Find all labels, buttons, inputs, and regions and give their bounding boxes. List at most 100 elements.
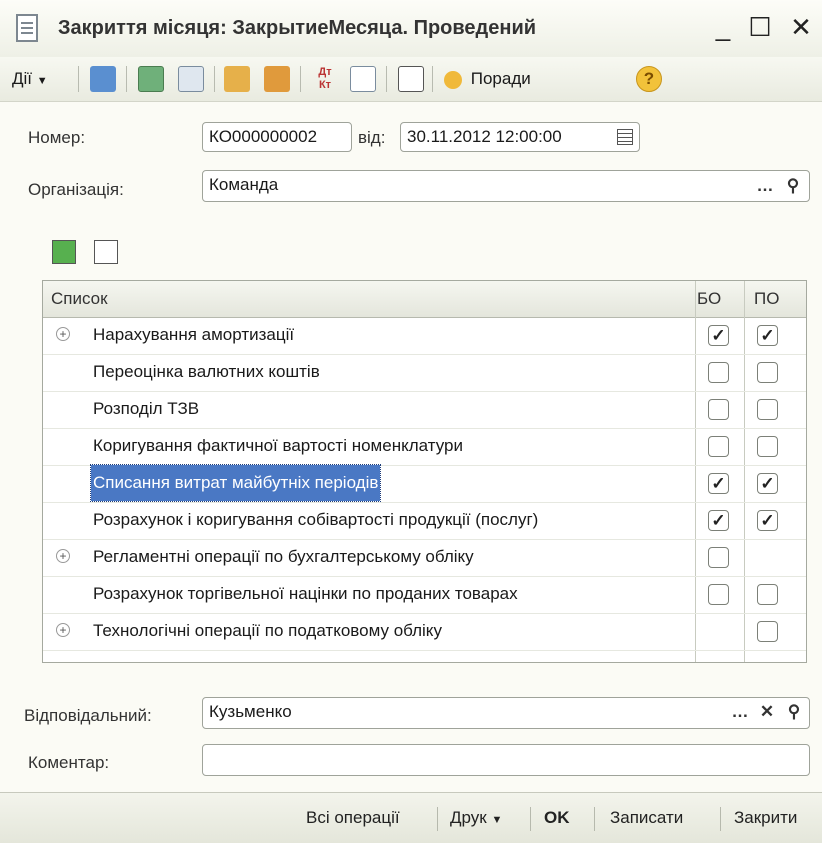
dt-kt-icon[interactable]: Дт Кт [312, 66, 338, 92]
number-label: Номер: [28, 128, 86, 147]
document-window: Закриття місяця: ЗакрытиеМесяца. Проведе… [0, 0, 822, 843]
header-po: ПО [754, 289, 780, 308]
bo-checkbox[interactable] [708, 399, 729, 420]
row-label: Коригування фактичної вартості номенклат… [93, 436, 463, 455]
table-row[interactable]: + Нарахування амортизації ✓ ✓ [43, 317, 806, 355]
bottom-separator [437, 807, 438, 831]
minimize-button[interactable]: _ [708, 12, 738, 42]
print-button[interactable]: Друк ▼ [450, 803, 502, 833]
calendar-icon[interactable] [617, 129, 633, 145]
table-row[interactable]: Розподіл ТЗВ [43, 391, 806, 429]
table-header: Список БО ПО [43, 281, 806, 318]
row-label: Розрахунок і коригування собівартості пр… [93, 510, 539, 529]
chevron-down-icon: ▼ [491, 814, 503, 826]
table-row[interactable]: + Технологічні операції по податковому об… [43, 613, 806, 651]
title-bar: Закриття місяця: ЗакрытиеМесяца. Проведе… [0, 0, 822, 58]
po-checkbox[interactable] [757, 436, 778, 457]
organization-label: Організація: [28, 180, 124, 199]
toolbar: Дії ▼ Дт Кт Поради ? [0, 57, 822, 102]
bottom-separator [594, 807, 595, 831]
row-label: Регламентні операції по бухгалтерському … [93, 547, 474, 566]
responsible-label: Відповідальний: [24, 706, 152, 725]
date-field[interactable]: 30.11.2012 12:00:00 [400, 122, 640, 152]
save-button[interactable]: Записати [610, 803, 683, 833]
document-icon [16, 14, 38, 42]
po-checkbox[interactable]: ✓ [757, 325, 778, 346]
comment-field[interactable] [202, 744, 810, 776]
search-icon[interactable]: ⚲ [781, 700, 807, 726]
bo-checkbox[interactable]: ✓ [708, 473, 729, 494]
select-ellipsis-button[interactable]: … [752, 174, 778, 200]
table-row[interactable]: Розрахунок і коригування собівартості пр… [43, 502, 806, 540]
close-form-button[interactable]: Закрити [734, 803, 797, 833]
report-icon[interactable] [350, 66, 376, 92]
bottom-separator [720, 807, 721, 831]
bo-checkbox[interactable] [708, 584, 729, 605]
po-checkbox[interactable] [757, 362, 778, 383]
expand-icon[interactable]: + [56, 623, 70, 637]
toolbar-separator [432, 66, 433, 92]
po-checkbox[interactable]: ✓ [757, 510, 778, 531]
copy-document-icon[interactable] [178, 66, 204, 92]
organization-field[interactable]: Команда [202, 170, 810, 202]
bo-checkbox[interactable]: ✓ [708, 510, 729, 531]
organization-value: Команда [209, 175, 279, 194]
date-value: 30.11.2012 12:00:00 [407, 127, 562, 146]
row-label: Нарахування амортизації [93, 325, 295, 344]
table-row[interactable]: Коригування фактичної вартості номенклат… [43, 428, 806, 466]
clear-icon[interactable]: ✕ [754, 700, 780, 726]
tips-label: Поради [470, 69, 531, 88]
table-row[interactable]: Списання витрат майбутніх періодів ✓ ✓ [43, 464, 806, 503]
number-field[interactable]: КО000000002 [202, 122, 352, 152]
row-label: Списання витрат майбутніх періодів [89, 464, 382, 502]
toolbar-separator [300, 66, 301, 92]
unpost-icon[interactable] [264, 66, 290, 92]
expand-icon[interactable]: + [56, 549, 70, 563]
all-operations-button[interactable]: Всі операції [306, 803, 400, 833]
bo-checkbox[interactable]: ✓ [708, 325, 729, 346]
po-checkbox[interactable] [757, 399, 778, 420]
bottom-separator [530, 807, 531, 831]
close-button[interactable]: ✕ [786, 12, 816, 42]
actions-label: Дії [12, 69, 33, 88]
select-ellipsis-button[interactable]: … [727, 700, 753, 726]
bo-checkbox[interactable] [708, 547, 729, 568]
table-row[interactable]: Розрахунок торгівельної націнки по прода… [43, 576, 806, 614]
header-list: Список [51, 289, 108, 308]
po-checkbox[interactable] [757, 621, 778, 642]
operations-table: Список БО ПО + Нарахування амортизації ✓ ✓ П… [42, 280, 807, 663]
tips-button[interactable]: Поради [444, 64, 531, 94]
ok-button[interactable]: OK [544, 803, 570, 833]
help-icon[interactable]: ? [636, 66, 662, 92]
bo-checkbox[interactable] [708, 362, 729, 383]
post-and-close-icon[interactable] [90, 66, 116, 92]
comment-label: Коментар: [28, 753, 110, 772]
print-label: Друк [450, 808, 487, 827]
date-label: від: [358, 128, 386, 147]
expand-icon[interactable]: + [56, 327, 70, 341]
toolbar-separator [78, 66, 79, 92]
table-row[interactable]: Переоцінка валютних коштів [43, 354, 806, 392]
toolbar-separator [214, 66, 215, 92]
row-label: Технологічні операції по податковому обл… [93, 621, 442, 640]
row-label: Розподіл ТЗВ [93, 399, 200, 418]
row-label: Розрахунок торгівельної націнки по прода… [93, 584, 518, 603]
po-checkbox[interactable] [757, 584, 778, 605]
search-icon[interactable]: ⚲ [780, 174, 806, 200]
table-row[interactable]: + Регламентні операції по бухгалтерському… [43, 539, 806, 577]
po-checkbox[interactable]: ✓ [757, 473, 778, 494]
maximize-button[interactable]: ☐ [745, 12, 775, 42]
reread-icon[interactable] [138, 66, 164, 92]
window-title: Закриття місяця: ЗакрытиеМесяца. Проведе… [58, 17, 537, 39]
tips-icon [444, 70, 462, 89]
toolbar-separator [126, 66, 127, 92]
actions-menu[interactable]: Дії ▼ [12, 64, 48, 94]
uncheck-all-icon[interactable] [94, 240, 118, 264]
post-icon[interactable] [224, 66, 250, 92]
structure-icon[interactable] [398, 66, 424, 92]
bo-checkbox[interactable] [708, 436, 729, 457]
check-all-icon[interactable] [52, 240, 76, 264]
header-bo: БО [697, 289, 722, 308]
responsible-field[interactable]: Кузьменко [202, 697, 810, 729]
chevron-down-icon: ▼ [36, 75, 48, 87]
